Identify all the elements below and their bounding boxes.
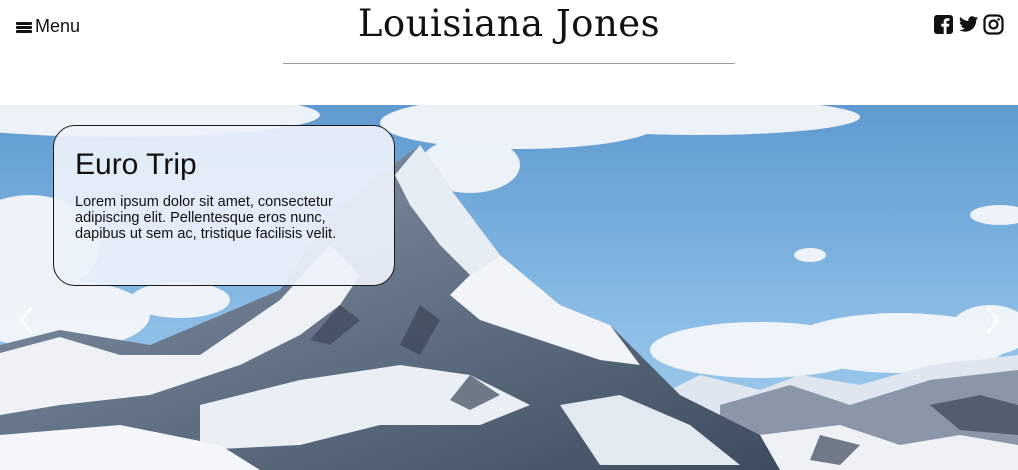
instagram-icon[interactable] [983, 14, 1004, 35]
carousel-next-button[interactable] [982, 305, 1002, 335]
hero-carousel: Euro Trip Lorem ipsum dolor sit amet, co… [0, 105, 1018, 470]
slide-title: Euro Trip [75, 148, 197, 181]
title-divider [283, 63, 735, 64]
slide-caption: Euro Trip Lorem ipsum dolor sit amet, co… [53, 125, 395, 286]
chevron-right-icon [986, 306, 1000, 334]
social-links [933, 14, 1004, 35]
twitter-icon[interactable] [958, 14, 979, 35]
carousel-prev-button[interactable] [17, 305, 37, 335]
facebook-icon[interactable] [933, 14, 954, 35]
slide-text: Lorem ipsum dolor sit amet, consectetur … [75, 194, 337, 242]
site-header: Menu Louisiana Jones [0, 0, 1018, 105]
chevron-left-icon [19, 306, 33, 334]
site-title[interactable]: Louisiana Jones [0, 2, 1018, 45]
